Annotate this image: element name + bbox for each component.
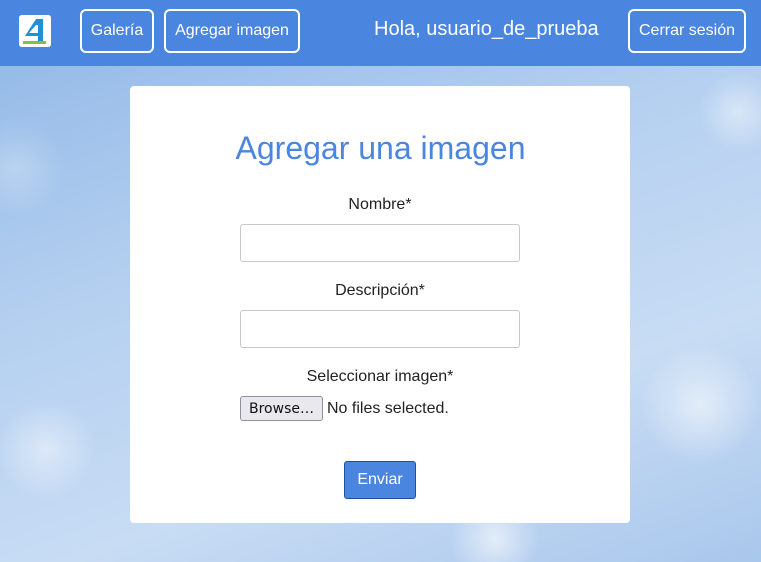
top-navbar: Galería Agregar imagen Hola, usuario_de_…: [0, 0, 761, 66]
name-input[interactable]: [240, 224, 520, 262]
description-input[interactable]: [240, 310, 520, 348]
add-image-button[interactable]: Agregar imagen: [164, 9, 300, 53]
logout-button[interactable]: Cerrar sesión: [628, 9, 746, 53]
browse-file-button[interactable]: Browse…: [240, 396, 323, 421]
image-label: Seleccionar imagen*: [306, 368, 454, 385]
description-label: Descripción*: [335, 282, 425, 299]
page-title: Agregar una imagen: [235, 130, 526, 166]
submit-button[interactable]: Enviar: [344, 461, 416, 499]
gallery-button[interactable]: Galería: [80, 9, 154, 53]
app-logo-icon[interactable]: [19, 15, 51, 47]
file-status-text: No files selected.: [327, 400, 449, 417]
user-greeting: Hola, usuario_de_prueba: [374, 18, 599, 40]
name-label: Nombre*: [348, 196, 412, 213]
